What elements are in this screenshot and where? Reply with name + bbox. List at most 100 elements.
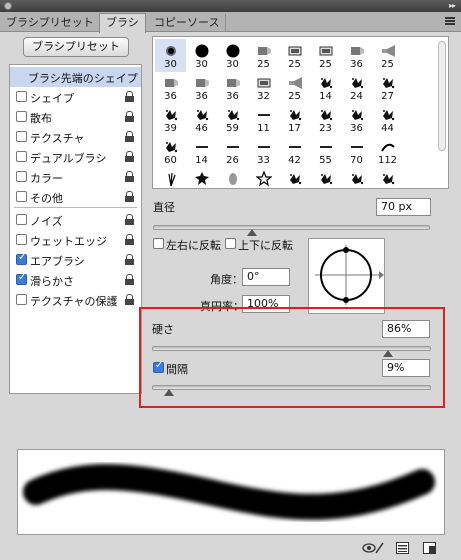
brush-tip-cell[interactable]: 36 bbox=[155, 71, 186, 104]
grid-scrollbar[interactable] bbox=[438, 41, 446, 186]
brush-tip-cell[interactable]: 36 bbox=[186, 71, 217, 104]
brush-tip-cell[interactable]: 33 bbox=[341, 167, 372, 188]
lock-icon[interactable] bbox=[125, 151, 134, 162]
sidebar-item[interactable]: 滑らかさ bbox=[10, 270, 141, 290]
sidebar-item-checkbox[interactable] bbox=[16, 131, 27, 142]
brush-tip-cell[interactable]: 44 bbox=[372, 103, 403, 136]
brush-size-label: 59 bbox=[226, 123, 239, 134]
sidebar-item[interactable]: テクスチャの保護 bbox=[10, 290, 141, 310]
brush-tip-cell[interactable]: 36 bbox=[310, 167, 341, 188]
flip-x-checkbox[interactable] bbox=[153, 238, 164, 249]
tab-brush-presets[interactable]: ブラシプリセット bbox=[0, 14, 101, 32]
sidebar-item-checkbox[interactable] bbox=[16, 191, 27, 202]
brush-size-label: 11 bbox=[257, 123, 270, 134]
sidebar-item[interactable]: カラー bbox=[10, 167, 141, 187]
sidebar-item-checkbox[interactable] bbox=[16, 272, 27, 285]
brush-tip-cell[interactable]: 39 bbox=[155, 103, 186, 136]
sidebar-item-checkbox[interactable] bbox=[16, 91, 27, 102]
sidebar-item-checkbox[interactable] bbox=[16, 111, 27, 122]
close-icon[interactable] bbox=[4, 2, 12, 10]
brush-tip-cell[interactable]: 46 bbox=[186, 103, 217, 136]
collapse-icon[interactable]: ▸▸ bbox=[449, 1, 456, 10]
lock-icon[interactable] bbox=[125, 171, 134, 182]
brush-tip-cell[interactable]: 36 bbox=[217, 71, 248, 104]
new-preset-icon[interactable] bbox=[423, 542, 436, 554]
diameter-input[interactable]: 70 px bbox=[376, 198, 431, 216]
lock-icon[interactable] bbox=[125, 191, 134, 202]
sidebar-item-checkbox[interactable] bbox=[16, 252, 27, 265]
sidebar-item-checkbox[interactable] bbox=[16, 214, 27, 225]
sidebar-item-label: テクスチャ bbox=[30, 132, 85, 145]
diameter-slider-thumb[interactable] bbox=[247, 229, 257, 236]
angle-input[interactable]: 0° bbox=[242, 268, 290, 286]
flip-y-checkbox[interactable] bbox=[225, 238, 236, 249]
brush-tip-cell[interactable]: 25 bbox=[372, 39, 403, 72]
brush-tip-cell[interactable]: 30 bbox=[186, 39, 217, 72]
brush-tip-cell[interactable]: 17 bbox=[279, 103, 310, 136]
brush-tip-cell[interactable]: 30 bbox=[155, 39, 186, 72]
brush-tip-cell[interactable]: 70 bbox=[341, 135, 372, 168]
lock-icon[interactable] bbox=[125, 294, 134, 305]
lock-icon[interactable] bbox=[125, 214, 134, 225]
brush-tip-cell[interactable]: 14 bbox=[310, 71, 341, 104]
brush-tip-cell[interactable]: 60 bbox=[155, 135, 186, 168]
brush-tip-icon bbox=[217, 107, 248, 123]
brush-tip-cell[interactable]: 29 bbox=[248, 167, 279, 188]
brush-tip-cell[interactable]: 25 bbox=[248, 39, 279, 72]
sidebar-item[interactable]: 散布 bbox=[10, 107, 141, 127]
brush-tip-cell[interactable]: 95 bbox=[217, 167, 248, 188]
brush-tip-cell[interactable]: 36 bbox=[341, 39, 372, 72]
brush-tip-cell[interactable]: 134 bbox=[155, 167, 186, 188]
sidebar-item[interactable]: シェイプ bbox=[10, 87, 141, 107]
brush-tip-cell[interactable]: 25 bbox=[279, 71, 310, 104]
brush-tip-cell[interactable]: 11 bbox=[248, 103, 279, 136]
brush-tip-cell[interactable]: 26 bbox=[217, 135, 248, 168]
sidebar-item[interactable]: テクスチャ bbox=[10, 127, 141, 147]
sidebar-item[interactable]: デュアルブラシ bbox=[10, 147, 141, 167]
tab-brush[interactable]: ブラシ bbox=[99, 13, 146, 33]
brush-tip-cell[interactable]: 30 bbox=[217, 39, 248, 72]
tab-clone-source[interactable]: コピーソース bbox=[148, 14, 227, 32]
sidebar-item-checkbox[interactable] bbox=[16, 171, 27, 182]
panel-icon[interactable] bbox=[396, 542, 409, 554]
brush-tip-cell[interactable]: 14 bbox=[186, 135, 217, 168]
brush-tip-cell[interactable]: 25 bbox=[310, 39, 341, 72]
sidebar-item[interactable]: ノイズ bbox=[10, 210, 141, 230]
lock-icon[interactable] bbox=[125, 91, 134, 102]
brush-presets-button[interactable]: ブラシプリセット bbox=[23, 37, 129, 57]
lock-icon[interactable] bbox=[125, 131, 134, 142]
brush-tip-cell[interactable]: 25 bbox=[279, 39, 310, 72]
brush-tip-cell[interactable]: 112 bbox=[372, 135, 403, 168]
sidebar-item[interactable]: ブラシ先端のシェイプ bbox=[10, 67, 141, 87]
sidebar-item-label: ブラシ先端のシェイプ bbox=[28, 72, 138, 85]
brush-size-label: 23 bbox=[319, 123, 332, 134]
brush-tip-cell[interactable]: 32 bbox=[248, 71, 279, 104]
brush-tip-cell[interactable]: 63 bbox=[372, 167, 403, 188]
brush-tip-cell[interactable]: 33 bbox=[248, 135, 279, 168]
brush-tip-cell[interactable]: 192 bbox=[279, 167, 310, 188]
brush-tip-cell[interactable]: 24 bbox=[341, 71, 372, 104]
brush-tip-icon bbox=[341, 139, 372, 155]
lock-icon[interactable] bbox=[125, 111, 134, 122]
lock-icon[interactable] bbox=[125, 274, 134, 285]
sidebar-item-checkbox[interactable] bbox=[16, 151, 27, 162]
sidebar-item-checkbox[interactable] bbox=[16, 234, 27, 245]
sidebar-item-checkbox[interactable] bbox=[16, 294, 27, 305]
lock-icon[interactable] bbox=[125, 254, 134, 265]
sidebar-item[interactable]: ウェットエッジ bbox=[10, 230, 141, 250]
brush-tip-cell[interactable]: 42 bbox=[279, 135, 310, 168]
sidebar-item[interactable]: その他 bbox=[10, 187, 141, 207]
lock-icon[interactable] bbox=[125, 234, 134, 245]
brush-tip-cell[interactable]: 23 bbox=[310, 103, 341, 136]
scrollbar-thumb[interactable] bbox=[438, 41, 446, 151]
eye-brush-icon[interactable] bbox=[362, 542, 384, 554]
angle-roundness-widget[interactable] bbox=[308, 238, 385, 314]
brush-tip-cell[interactable]: 27 bbox=[372, 71, 403, 104]
diameter-slider[interactable] bbox=[153, 225, 430, 236]
brush-tip-cell[interactable]: 59 bbox=[217, 103, 248, 136]
panel-menu-icon[interactable] bbox=[445, 17, 455, 25]
brush-tip-cell[interactable]: 55 bbox=[310, 135, 341, 168]
brush-tip-cell[interactable]: 74 bbox=[186, 167, 217, 188]
sidebar-item[interactable]: エアブラシ bbox=[10, 250, 141, 270]
brush-tip-cell[interactable]: 36 bbox=[341, 103, 372, 136]
